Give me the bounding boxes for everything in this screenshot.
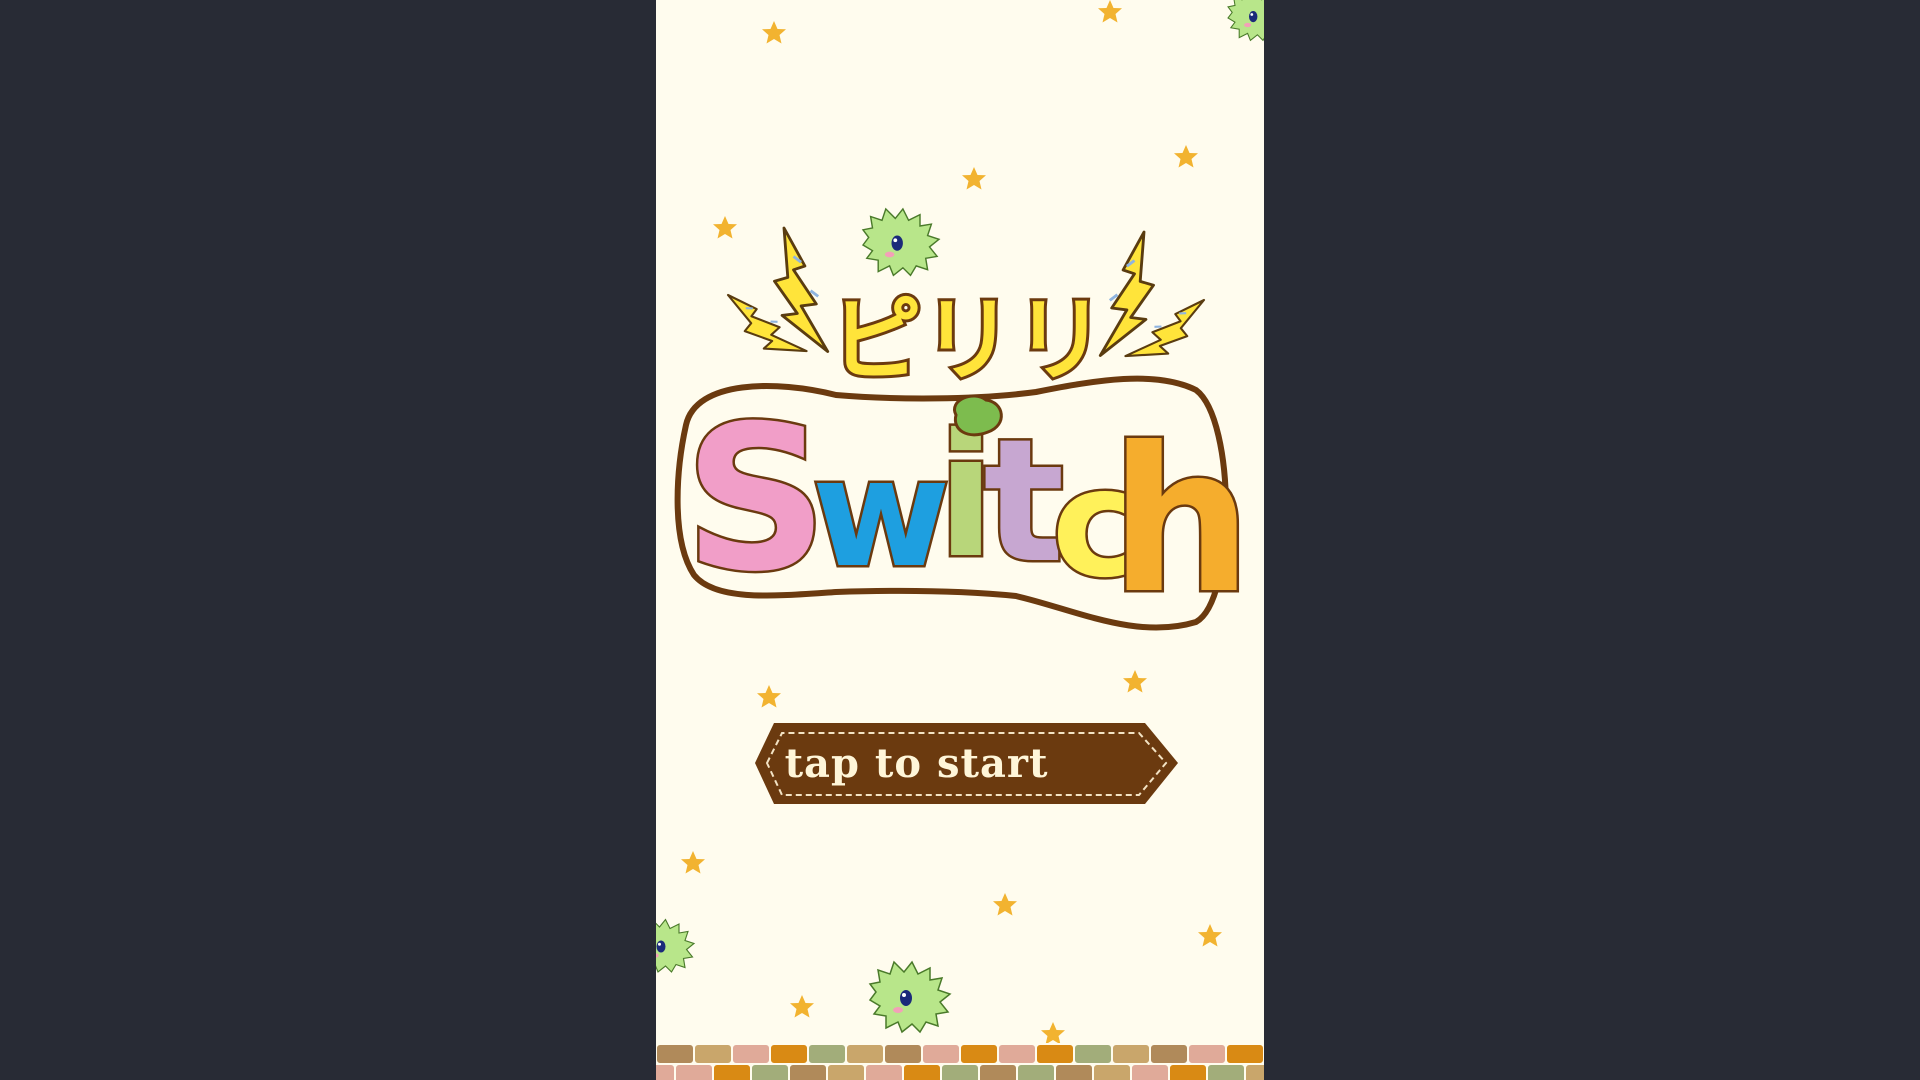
brick-floor <box>656 1043 1264 1080</box>
tap-to-start-button[interactable]: tap to start <box>755 720 1078 806</box>
logo-letter-w: w <box>812 427 951 601</box>
title-kana: ピリリ <box>830 287 1106 394</box>
game-screen[interactable]: ピリリ S w i t c h tap to start <box>656 0 1264 1080</box>
logo-letter-s: S <box>684 383 828 616</box>
leaf-icon <box>953 394 1003 437</box>
title-scene: ピリリ S w i t c h <box>656 0 1264 1080</box>
logo-letter-h: h <box>1110 405 1252 638</box>
